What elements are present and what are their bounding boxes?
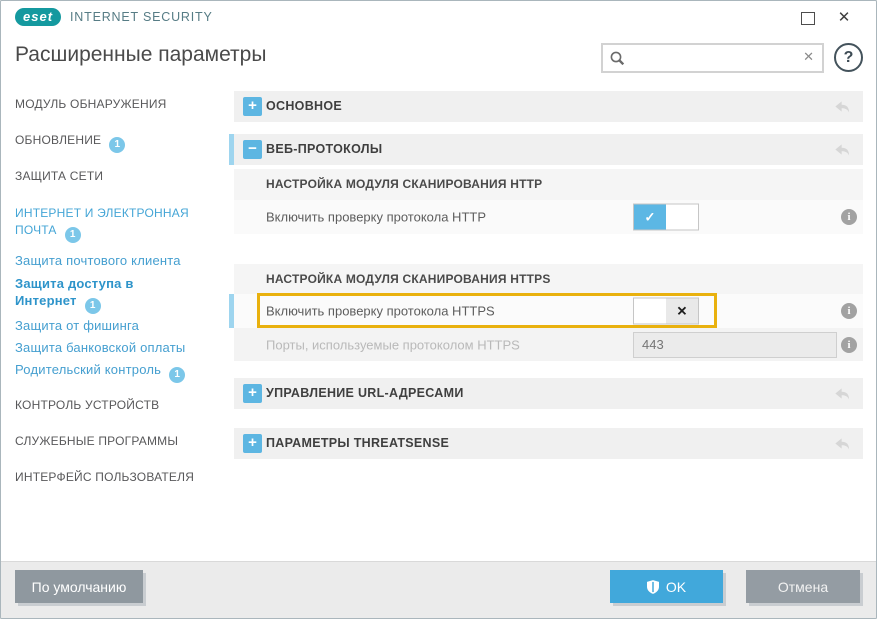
setting-label: Включить проверку протокола HTTP xyxy=(266,210,486,225)
info-icon[interactable]: i xyxy=(841,303,857,319)
sidebar-item-banking-protection[interactable]: Защита банковской оплаты xyxy=(15,339,185,356)
subsection-title: НАСТРОЙКА МОДУЛЯ СКАНИРОВАНИЯ HTTP xyxy=(266,169,542,199)
sidebar-item-antiphishing[interactable]: Защита от фишинга xyxy=(15,317,139,334)
collapse-icon[interactable]: − xyxy=(243,140,262,159)
section-title: УПРАВЛЕНИЕ URL-АДРЕСАМИ xyxy=(266,378,464,409)
toggle-cross-icon: ✕ xyxy=(666,299,698,324)
revert-to-default-icon[interactable] xyxy=(834,385,851,402)
section-title: ВЕБ-ПРОТОКОЛЫ xyxy=(266,134,382,165)
section-url-management[interactable]: + УПРАВЛЕНИЕ URL-АДРЕСАМИ xyxy=(234,378,863,409)
revert-to-default-icon[interactable] xyxy=(834,141,851,158)
page-title: Расширенные параметры xyxy=(15,43,266,67)
eset-advanced-setup-window: eset INTERNET SECURITY ✕ Расширенные пар… xyxy=(0,0,877,619)
eset-logo: eset INTERNET SECURITY xyxy=(15,8,213,26)
sidebar-item-device-control[interactable]: КОНТРОЛЬ УСТРОЙСТВ xyxy=(15,397,159,414)
info-icon[interactable]: i xyxy=(841,209,857,225)
settings-content: + ОСНОВНОЕ − ВЕБ-ПРОТОКОЛЫ НАСТРОЙКА МОД… xyxy=(234,1,863,564)
http-checking-toggle[interactable]: ✓ xyxy=(633,204,699,231)
toggle-thumb xyxy=(666,205,698,230)
subsection-https-scanner: НАСТРОЙКА МОДУЛЯ СКАНИРОВАНИЯ HTTPS xyxy=(234,264,863,294)
https-checking-toggle[interactable]: ✕ xyxy=(633,298,699,325)
defaults-button[interactable]: По умолчанию xyxy=(15,570,143,603)
expand-icon[interactable]: + xyxy=(243,384,262,403)
sidebar-item-user-interface[interactable]: ИНТЕРФЕЙС ПОЛЬЗОВАТЕЛЯ xyxy=(15,469,194,486)
notification-badge: 1 xyxy=(65,227,81,243)
sidebar-item-detection-engine[interactable]: МОДУЛЬ ОБНАРУЖЕНИЯ xyxy=(15,96,167,113)
setting-row-https-checking: Включить проверку протокола HTTPS ✕ i xyxy=(234,294,863,328)
expand-icon[interactable]: + xyxy=(243,97,262,116)
sidebar-item-parental-control[interactable]: Родительский контроль1 xyxy=(15,361,185,383)
revert-to-default-icon[interactable] xyxy=(834,98,851,115)
setting-row-https-ports: Порты, используемые протоколом HTTPS i xyxy=(234,328,863,361)
footer-bar: По умолчанию OK Отмена xyxy=(1,561,876,618)
eset-logo-badge: eset xyxy=(15,8,61,26)
toggle-thumb xyxy=(634,299,666,324)
section-web-protocols[interactable]: − ВЕБ-ПРОТОКОЛЫ xyxy=(234,134,863,165)
section-threatsense[interactable]: + ПАРАМЕТРЫ THREATSENSE xyxy=(234,428,863,459)
app-name: INTERNET SECURITY xyxy=(70,10,213,24)
revert-to-default-icon[interactable] xyxy=(834,435,851,452)
notification-badge: 1 xyxy=(85,298,101,314)
section-title: ОСНОВНОЕ xyxy=(266,91,342,122)
expand-icon[interactable]: + xyxy=(243,434,262,453)
setting-label: Порты, используемые протоколом HTTPS xyxy=(266,337,520,352)
sidebar-item-email-client-protection[interactable]: Защита почтового клиента xyxy=(15,252,181,269)
setting-label: Включить проверку протокола HTTPS xyxy=(266,304,495,319)
focused-row-indicator xyxy=(229,294,234,328)
sidebar-item-network-protection[interactable]: ЗАЩИТА СЕТИ xyxy=(15,168,103,185)
expanded-section-indicator xyxy=(229,134,234,165)
info-icon[interactable]: i xyxy=(841,337,857,353)
sidebar-item-web-access-protection[interactable]: Защита доступа в Интернет1 xyxy=(15,275,150,314)
section-title: ПАРАМЕТРЫ THREATSENSE xyxy=(266,428,449,459)
subsection-title: НАСТРОЙКА МОДУЛЯ СКАНИРОВАНИЯ HTTPS xyxy=(266,264,551,294)
subsection-http-scanner: НАСТРОЙКА МОДУЛЯ СКАНИРОВАНИЯ HTTP xyxy=(234,169,863,200)
sidebar-item-web-email[interactable]: ИНТЕРНЕТ И ЭЛЕКТРОННАЯ ПОЧТА1 xyxy=(15,205,210,243)
ok-button[interactable]: OK xyxy=(610,570,723,603)
https-ports-input[interactable] xyxy=(633,332,837,358)
sidebar-item-update[interactable]: ОБНОВЛЕНИЕ1 xyxy=(15,132,125,153)
cancel-button[interactable]: Отмена xyxy=(746,570,860,603)
setting-row-http-checking: Включить проверку протокола HTTP ✓ i xyxy=(234,200,863,234)
section-basic[interactable]: + ОСНОВНОЕ xyxy=(234,91,863,122)
notification-badge: 1 xyxy=(109,137,125,153)
notification-badge: 1 xyxy=(169,367,185,383)
toggle-check-icon: ✓ xyxy=(634,205,666,230)
sidebar-item-tools[interactable]: СЛУЖЕБНЫЕ ПРОГРАММЫ xyxy=(15,433,178,450)
shield-icon xyxy=(647,580,659,594)
